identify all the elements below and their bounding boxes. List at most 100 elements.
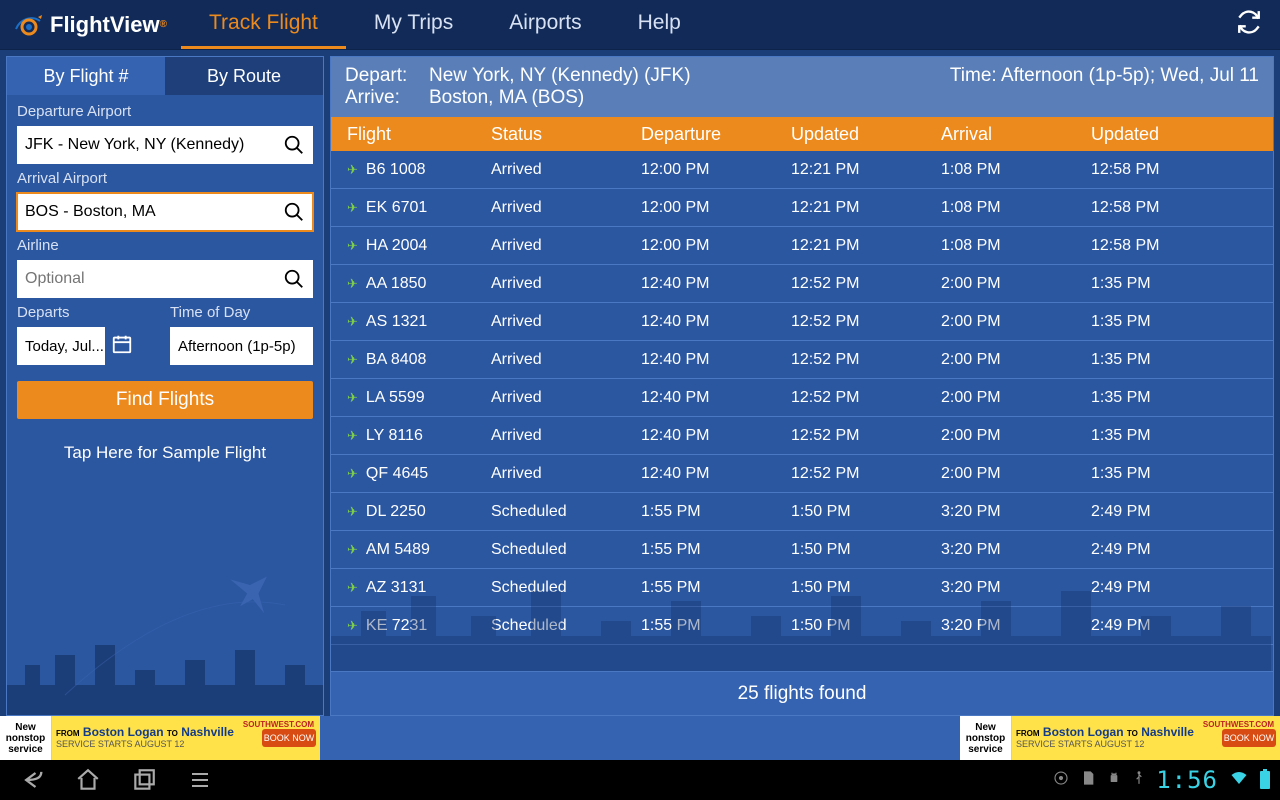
flight-row[interactable]: ✈HA 2004Arrived12:00 PM12:21 PM1:08 PM12… [331, 227, 1273, 265]
cell-departure: 12:40 PM [641, 351, 791, 369]
cell-departure: 12:40 PM [641, 389, 791, 407]
flight-number: AS 1321 [366, 313, 427, 331]
airline-input-wrap[interactable] [17, 260, 313, 298]
cell-status: Arrived [491, 427, 641, 445]
arrival-input-wrap[interactable] [17, 193, 313, 231]
recents-icon[interactable] [130, 766, 158, 794]
header-arrive-value: Boston, MA (BOS) [429, 87, 584, 109]
search-icon [283, 134, 305, 156]
ad-row: New nonstop service FROM Boston Logan TO… [0, 716, 1280, 760]
logo-reg: ® [160, 19, 167, 30]
label-time-of-day: Time of Day [170, 304, 313, 321]
flight-row[interactable]: ✈DL 2250Scheduled1:55 PM1:50 PM3:20 PM2:… [331, 493, 1273, 531]
plane-icon: ✈ [347, 542, 358, 558]
flight-row[interactable]: ✈LA 5599Arrived12:40 PM12:52 PM2:00 PM1:… [331, 379, 1273, 417]
col-status: Status [491, 124, 641, 145]
cell-departure: 12:00 PM [641, 161, 791, 179]
tab-by-flight[interactable]: By Flight # [7, 57, 165, 95]
ad-newnonstop: New nonstop service [4, 722, 47, 755]
header-time-value: Afternoon (1p-5p); Wed, Jul 11 [1001, 65, 1259, 86]
cell-arrival: 3:20 PM [941, 617, 1091, 635]
logo-text: FlightView [50, 12, 160, 38]
departure-input[interactable] [25, 136, 283, 154]
flight-row[interactable]: ✈BA 8408Arrived12:40 PM12:52 PM2:00 PM1:… [331, 341, 1273, 379]
flight-number: B6 1008 [366, 161, 426, 179]
usb-icon [1132, 768, 1146, 793]
cell-updated2: 12:58 PM [1091, 237, 1273, 255]
plane-icon: ✈ [347, 276, 358, 292]
cell-status: Arrived [491, 199, 641, 217]
cell-departure: 12:00 PM [641, 237, 791, 255]
plane-icon: ✈ [347, 200, 358, 216]
ad-banner-right[interactable]: New nonstop service FROM Boston Logan TO… [960, 716, 1280, 760]
cell-arrival: 2:00 PM [941, 389, 1091, 407]
menu-icon[interactable] [186, 766, 214, 794]
cell-updated2: 1:35 PM [1091, 275, 1273, 293]
flight-number: AM 5489 [366, 541, 430, 559]
cell-arrival: 2:00 PM [941, 427, 1091, 445]
sample-flight-link[interactable]: Tap Here for Sample Flight [17, 443, 313, 463]
plane-icon: ✈ [347, 352, 358, 368]
flight-row[interactable]: ✈ B6 1008 Arrived12:00 PM12:21 PM1:08 PM12… [331, 151, 1273, 189]
arrival-input[interactable] [25, 203, 283, 221]
flight-row[interactable]: ✈LY 8116Arrived12:40 PM12:52 PM2:00 PM1:… [331, 417, 1273, 455]
departure-input-wrap[interactable] [17, 126, 313, 164]
gps-icon [1052, 769, 1070, 792]
flight-row[interactable]: ✈EK 6701Arrived12:00 PM12:21 PM1:08 PM12… [331, 189, 1273, 227]
tab-airports[interactable]: Airports [481, 0, 609, 49]
tab-help[interactable]: Help [610, 0, 709, 49]
tab-my-trips[interactable]: My Trips [346, 0, 481, 49]
col-flight: Flight [331, 124, 491, 145]
cell-updated2: 1:35 PM [1091, 427, 1273, 445]
find-flights-button[interactable]: Find Flights [17, 381, 313, 419]
flight-row[interactable]: ✈AZ 3131Scheduled1:55 PM1:50 PM3:20 PM2:… [331, 569, 1273, 607]
ad-banner-left[interactable]: New nonstop service FROM Boston Logan TO… [0, 716, 320, 760]
cell-updated1: 12:52 PM [791, 275, 941, 293]
header-depart-value: New York, NY (Kennedy) (JFK) [429, 65, 691, 87]
plane-icon: ✈ [347, 390, 358, 406]
home-icon[interactable] [74, 766, 102, 794]
cell-arrival: 3:20 PM [941, 541, 1091, 559]
cell-arrival: 1:08 PM [941, 161, 1091, 179]
plane-icon: ✈ [347, 162, 358, 178]
flight-row[interactable]: ✈AS 1321Arrived12:40 PM12:52 PM2:00 PM1:… [331, 303, 1273, 341]
label-departure: Departure Airport [17, 103, 313, 120]
cell-updated2: 1:35 PM [1091, 313, 1273, 331]
cell-departure: 1:55 PM [641, 617, 791, 635]
flight-number: AA 1850 [366, 275, 427, 293]
cell-updated1: 12:21 PM [791, 161, 941, 179]
flight-row[interactable]: ✈AM 5489Scheduled1:55 PM1:50 PM3:20 PM2:… [331, 531, 1273, 569]
cell-status: Arrived [491, 161, 641, 179]
plane-icon: ✈ [347, 504, 358, 520]
date-input[interactable]: Today, Jul... [17, 327, 105, 365]
flight-number: BA 8408 [366, 351, 427, 369]
cell-status: Scheduled [491, 503, 641, 521]
cell-updated2: 2:49 PM [1091, 503, 1273, 521]
cell-updated2: 12:58 PM [1091, 161, 1273, 179]
android-navbar: 1:56 [0, 760, 1280, 800]
header-depart-key: Depart: [345, 65, 417, 87]
skyline-decoration [7, 463, 323, 715]
cell-status: Arrived [491, 275, 641, 293]
cell-updated1: 1:50 PM [791, 579, 941, 597]
cell-arrival: 1:08 PM [941, 237, 1091, 255]
time-of-day-select[interactable]: Afternoon (1p-5p) [170, 327, 313, 365]
flight-row[interactable]: ✈QF 4645Arrived12:40 PM12:52 PM2:00 PM1:… [331, 455, 1273, 493]
flight-row[interactable]: ✈KE 7231Scheduled1:55 PM1:50 PM3:20 PM2:… [331, 607, 1273, 645]
cell-departure: 1:55 PM [641, 503, 791, 521]
label-departs: Departs [17, 304, 160, 321]
refresh-button[interactable] [1218, 9, 1280, 40]
airline-input[interactable] [25, 270, 283, 288]
calendar-icon[interactable] [111, 333, 133, 360]
plane-icon: ✈ [347, 466, 358, 482]
flight-row[interactable]: ✈AA 1850Arrived12:40 PM12:52 PM2:00 PM1:… [331, 265, 1273, 303]
tab-by-route[interactable]: By Route [165, 57, 323, 95]
tab-track-flight[interactable]: Track Flight [181, 0, 346, 49]
flight-number: DL 2250 [366, 503, 426, 521]
wifi-icon [1228, 769, 1250, 792]
cell-updated2: 2:49 PM [1091, 579, 1273, 597]
cell-updated2: 1:35 PM [1091, 465, 1273, 483]
back-icon[interactable] [18, 766, 46, 794]
app-logo[interactable]: FlightView® [0, 12, 181, 38]
ad-book-button[interactable]: BOOK NOW [262, 729, 316, 747]
